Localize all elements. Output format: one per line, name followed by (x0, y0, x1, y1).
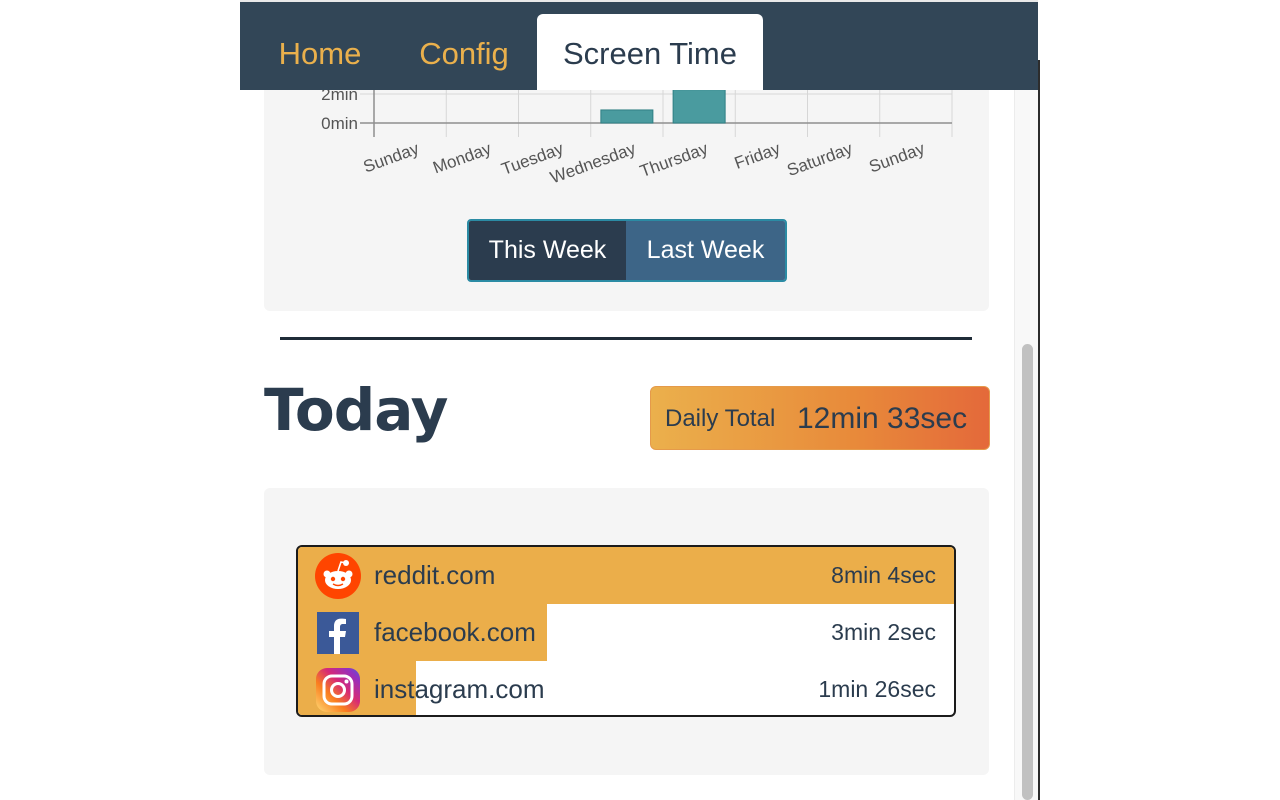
daily-total-label: Daily Total (665, 405, 776, 432)
site-time: 1min 26sec (818, 676, 936, 702)
daily-total-value: 12min 33sec (797, 402, 968, 435)
tab-home[interactable]: Home (262, 14, 378, 90)
last-week-button[interactable]: Last Week (626, 221, 785, 280)
site-row-instagram[interactable]: instagram.com 1min 26sec (298, 661, 954, 715)
chart-bar (672, 89, 726, 124)
sites-card: reddit.com 8min 4sec facebook.com 3min 2… (264, 488, 989, 775)
scrollbar[interactable] (1014, 90, 1039, 800)
site-name: reddit.com (374, 560, 496, 590)
x-tick-label: Friday (732, 139, 783, 173)
instagram-icon (316, 668, 360, 712)
this-week-button[interactable]: This Week (469, 221, 626, 280)
today-heading: Today (264, 376, 448, 444)
site-time: 3min 2sec (831, 619, 936, 645)
screen-time-popup: 2min 0min Sunday Monday Tuesday Wednesday Thur… (240, 0, 1040, 800)
site-name: instagram.com (374, 674, 545, 704)
nav-top-border (240, 0, 1038, 2)
daily-total-badge: Daily Total 12min 33sec (650, 386, 990, 450)
site-row-facebook[interactable]: facebook.com 3min 2sec (298, 604, 954, 661)
chart-bar (600, 109, 654, 124)
section-divider (280, 337, 972, 340)
y-tick-label: 0min (321, 114, 358, 133)
x-tick-label: Sunday (867, 139, 928, 177)
x-tick-label: Monday (430, 139, 494, 178)
tab-screen-time[interactable]: Screen Time (537, 14, 763, 90)
facebook-icon (317, 612, 359, 654)
x-tick-label: Sunday (361, 139, 422, 177)
top-nav: Home Config Screen Time (240, 0, 1038, 90)
tab-config[interactable]: Config (404, 14, 524, 90)
reddit-icon (315, 553, 361, 599)
site-row-reddit[interactable]: reddit.com 8min 4sec (298, 547, 954, 604)
scrollbar-thumb[interactable] (1022, 344, 1033, 800)
week-toggle-group: This Week Last Week (467, 219, 787, 282)
window-edge (1038, 60, 1040, 800)
site-time: 8min 4sec (831, 562, 936, 588)
site-name: facebook.com (374, 617, 536, 647)
x-tick-label: Thursday (637, 139, 711, 181)
x-tick-label: Saturday (785, 139, 856, 180)
site-usage-list: reddit.com 8min 4sec facebook.com 3min 2… (296, 545, 956, 717)
